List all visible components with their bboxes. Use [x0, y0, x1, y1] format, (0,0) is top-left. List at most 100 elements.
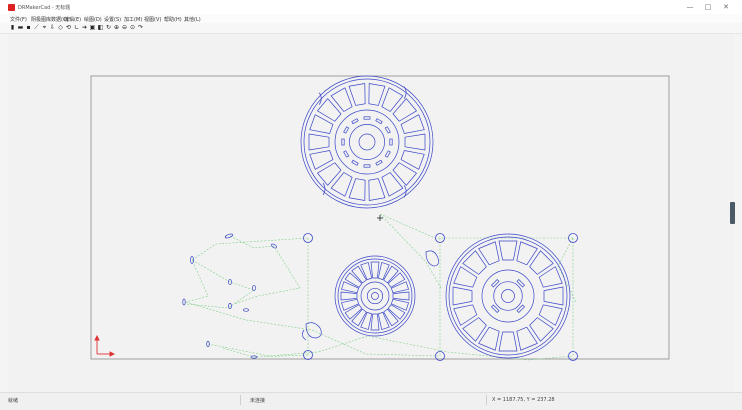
menu-settings[interactable]: 设置(S) — [104, 16, 121, 23]
menu-bar: 文件(F) 阴极图库数据(C) 编辑(E) 绘图(D) 设置(S) 加工(M) … — [0, 14, 742, 23]
stator-right-slot — [538, 266, 563, 288]
stator-top-slot — [381, 87, 404, 112]
stator-top-slot — [348, 83, 366, 106]
stator-top-slot — [368, 178, 386, 201]
side-panel-tab[interactable] — [730, 202, 735, 224]
measure-icon[interactable]: ∟ — [73, 24, 80, 31]
stator-right-hub — [493, 281, 523, 311]
menu-process[interactable]: 加工(M) — [124, 16, 142, 23]
stator-small-outer-ring — [337, 258, 413, 334]
stator-top-notch — [322, 182, 326, 196]
stator-small-slot — [377, 312, 390, 330]
stator-small-slot — [391, 281, 409, 294]
menu-view[interactable]: 视图(V) — [144, 16, 161, 23]
import-icon[interactable]: ⇩ — [49, 24, 56, 31]
status-ready: 就绪 — [8, 398, 19, 404]
save-icon[interactable]: ▪ — [25, 24, 32, 31]
status-divider — [486, 395, 487, 405]
stator-top-slot — [330, 87, 353, 112]
menu-library[interactable]: 阴极图库数据(C) — [31, 16, 68, 23]
stator-top-rotor-slot — [341, 138, 345, 146]
stator-right-shaft-hole — [501, 289, 515, 303]
tool-path — [307, 238, 574, 356]
stator-top-slot — [309, 150, 334, 170]
maximize-button[interactable]: □ — [702, 3, 714, 12]
scrap-piece — [228, 303, 232, 309]
stator-small-slot — [360, 312, 373, 330]
line-tool-icon[interactable]: ⟋ — [33, 24, 40, 31]
tool-path — [221, 347, 309, 358]
rotate-icon[interactable]: ⟲ — [65, 24, 72, 31]
lock-icon[interactable]: ▣ — [89, 24, 96, 31]
stator-top-rotor-slot — [363, 116, 371, 120]
stator-small-slot — [387, 272, 406, 288]
zoom-out-icon[interactable]: ⊖ — [121, 24, 128, 31]
stator-top-rotor-slot — [351, 159, 359, 166]
stator-top-rotor-slot — [384, 150, 391, 158]
stator-small-slot — [377, 262, 390, 280]
arrow-tool-icon[interactable]: ➔ — [81, 24, 88, 31]
stator-top-slot — [381, 172, 404, 197]
stator-top-slot — [400, 150, 425, 170]
redo-icon[interactable]: ↷ — [137, 24, 144, 31]
stator-small-slot — [351, 308, 367, 327]
stator-right-slot — [538, 304, 563, 326]
stator-top-slot — [308, 133, 330, 151]
stator-right-slot — [516, 241, 538, 266]
new-file-icon[interactable]: ▮ — [9, 24, 16, 31]
stator-small-slot — [370, 313, 380, 331]
window-title: DRMakerCad - 无标题 — [18, 5, 71, 11]
cad-canvas[interactable] — [8, 34, 734, 391]
open-folder-icon[interactable]: ▬ — [17, 24, 24, 31]
stator-right-slot — [543, 286, 564, 306]
cursor-crosshair — [377, 215, 383, 221]
zoom-fit-icon[interactable]: ⊙ — [129, 24, 136, 31]
motor-lamination-parts — [300, 75, 571, 359]
stator-right-slot — [452, 286, 473, 306]
menu-draw[interactable]: 绘图(D) — [84, 16, 102, 23]
scrap-piece — [302, 329, 307, 341]
stator-small-slot — [392, 291, 410, 301]
stator-small-slot — [344, 272, 363, 288]
scrap-piece — [252, 285, 256, 291]
refresh-icon[interactable]: ↻ — [105, 24, 112, 31]
app-window: DRMakerCad - 无标题 — □ ✕ 文件(F) 阴极图库数据(C) 编… — [0, 0, 742, 410]
menu-file[interactable]: 文件(F) — [10, 16, 27, 23]
stator-small-outer-ring — [334, 255, 416, 337]
stator-small-hub — [366, 287, 384, 305]
zoom-in-icon[interactable]: ⊕ — [113, 24, 120, 31]
minimize-button[interactable]: — — [684, 3, 696, 12]
stator-small-slot — [340, 291, 358, 301]
tool-bar: ▮ ▬ ▪ ⟋ ⌖ ⇩ ◇ ⟲ ∟ ➔ ▣ ◧ ↻ ⊕ ⊖ ⊙ ↷ — [0, 23, 742, 34]
status-bar: 就绪 未连接 X = 1187.75, Y = 237.28 — [0, 392, 742, 410]
stator-small-slot — [383, 265, 399, 284]
menu-help[interactable]: 帮助(H) — [164, 16, 182, 23]
stator-top-slot — [400, 114, 425, 134]
tool-path — [379, 213, 573, 239]
stator-top-slot — [309, 114, 334, 134]
stator-top-slot — [404, 133, 426, 151]
menu-edit[interactable]: 编辑(E) — [64, 16, 81, 23]
stator-top-rotor-slot — [351, 118, 359, 125]
app-logo-icon — [8, 4, 15, 11]
stator-top-slot — [348, 178, 366, 201]
stator-right-slot — [516, 326, 538, 351]
stator-small-slot — [370, 261, 380, 279]
mirror-icon[interactable]: ◇ — [57, 24, 64, 31]
status-connection: 未连接 — [250, 398, 266, 404]
tool-path — [185, 301, 441, 357]
scrap-piece — [224, 233, 234, 239]
tool-path — [229, 235, 301, 305]
close-button[interactable]: ✕ — [720, 3, 732, 12]
layer-icon[interactable]: ◧ — [97, 24, 104, 31]
stator-top-bore — [334, 109, 400, 175]
drawing-workspace[interactable] — [8, 34, 734, 391]
menu-other[interactable]: 其他(L) — [184, 16, 201, 23]
scrap-piece — [243, 308, 249, 312]
stator-right-bore — [481, 269, 535, 323]
tool-path-group — [185, 213, 577, 361]
stator-small-slot — [391, 298, 409, 311]
stator-right-slot — [453, 266, 478, 288]
node-edit-icon[interactable]: ⌖ — [41, 24, 48, 31]
stator-right-outer-ring — [448, 236, 568, 356]
